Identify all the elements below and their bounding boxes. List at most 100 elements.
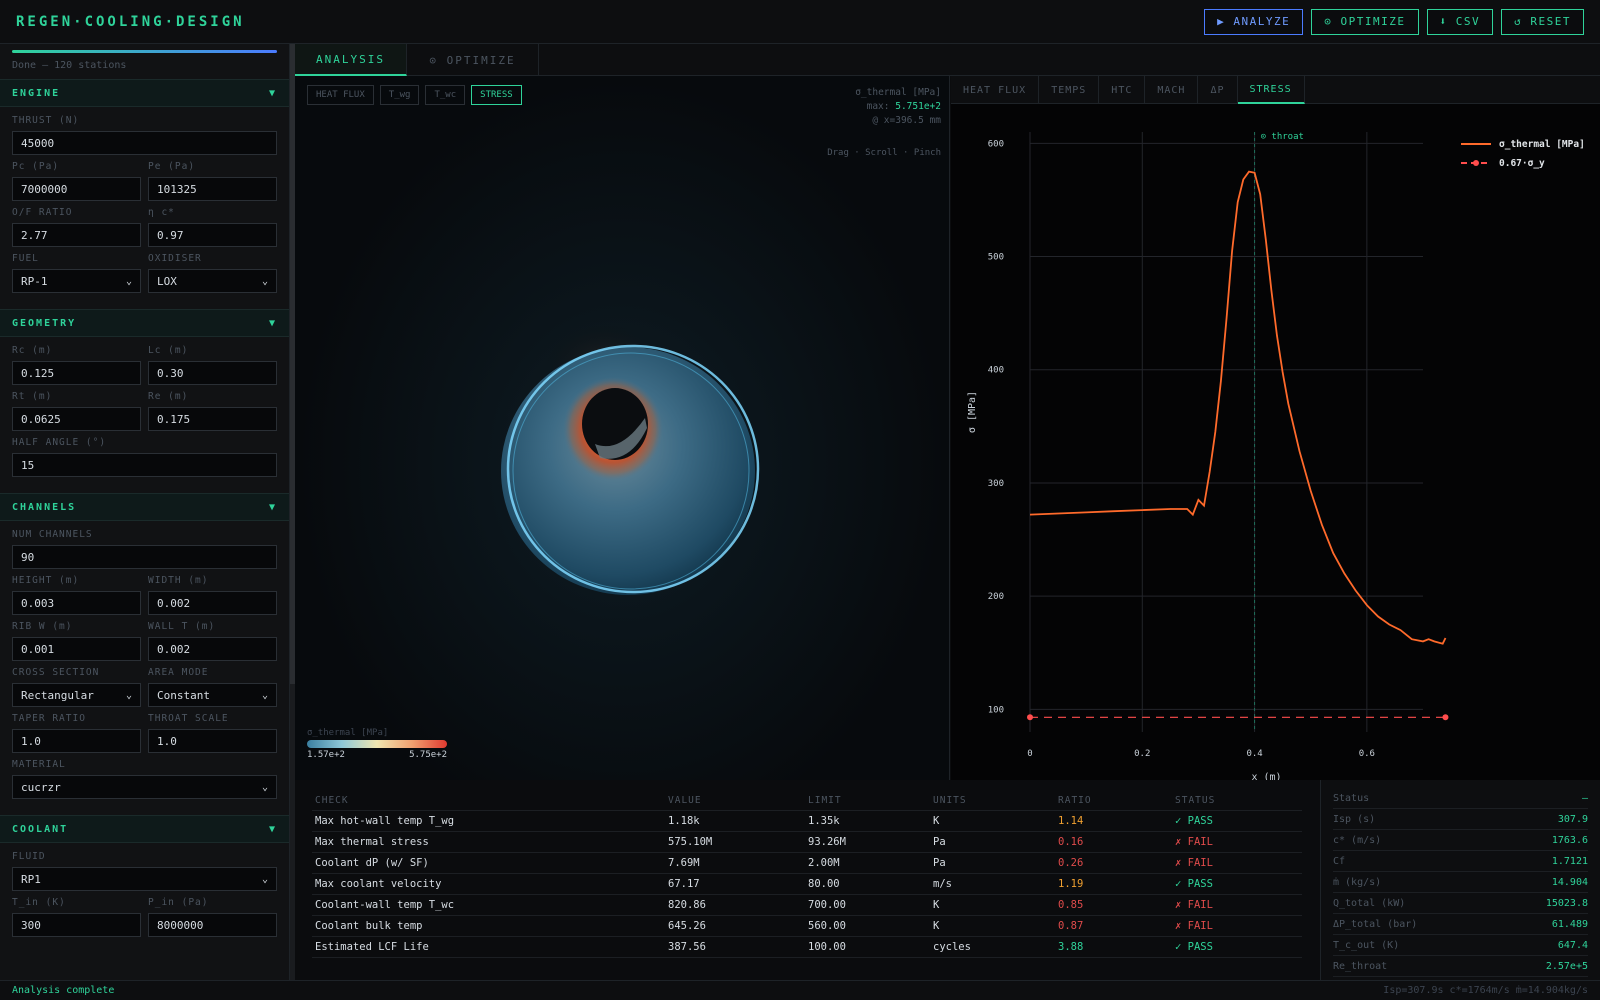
cell-limit: 2.00M xyxy=(808,857,840,869)
throat-scale-input[interactable]: 1.0 xyxy=(148,729,277,753)
perf-row: T_c_out (K) 647.4 xyxy=(1333,935,1588,956)
performance-panel: Status — Isp (s) 307.9 c* (m/s) 1763.6 Cf 1.712… xyxy=(1320,780,1600,980)
perf-row: Q_total (kW) 15023.8 xyxy=(1333,893,1588,914)
plot-tab-htc[interactable]: HTC xyxy=(1099,76,1146,104)
cell-value: 820.86 xyxy=(668,899,706,911)
plot-panel: HEAT FLUX TEMPS HTC MACH ΔP STRESS 100 20… xyxy=(951,76,1600,780)
fluid-select[interactable]: RP1 ⌄ xyxy=(12,867,277,891)
checks-panel: CHECK VALUE LIMIT UNITS RATIO STATUS Max… xyxy=(295,780,1320,980)
select-value: Rectangular xyxy=(21,688,94,702)
csv-export-button[interactable]: ⬇ CSV xyxy=(1426,8,1494,35)
rib-width-input[interactable]: 0.001 xyxy=(12,637,141,661)
plot-tab-temps[interactable]: TEMPS xyxy=(1039,76,1100,104)
width-input[interactable]: 0.002 xyxy=(148,591,277,615)
cell-units: Pa xyxy=(933,857,946,869)
field-label: HALF ANGLE (°) xyxy=(12,437,107,448)
plot-tab-stress[interactable]: STRESS xyxy=(1237,76,1305,104)
wall-thickness-input[interactable]: 0.002 xyxy=(148,637,277,661)
perf-value: 647.4 xyxy=(1557,939,1588,951)
rc-input[interactable]: 0.125 xyxy=(12,361,141,385)
select-value: Constant xyxy=(157,688,210,702)
chevron-down-icon: ▼ xyxy=(268,317,277,329)
field-label: Re (m) xyxy=(148,391,189,402)
num-channels-input[interactable]: 90 xyxy=(12,545,277,569)
reset-button[interactable]: ↺ RESET xyxy=(1501,8,1584,35)
tab-optimize[interactable]: ⊙ OPTIMIZE xyxy=(407,44,539,76)
checks-table: CHECK VALUE LIMIT UNITS RATIO STATUS Max… xyxy=(312,790,1302,958)
cross-section-select[interactable]: Rectangular ⌄ xyxy=(12,683,141,707)
perf-row: ṁ (kg/s) 14.904 xyxy=(1333,872,1588,893)
tab-analysis[interactable]: ANALYSIS xyxy=(295,44,407,76)
cell-limit: 93.26M xyxy=(808,836,846,848)
height-input[interactable]: 0.003 xyxy=(12,591,141,615)
field-label: Pe (Pa) xyxy=(148,161,196,172)
half-angle-input[interactable]: 15 xyxy=(12,453,277,477)
section-geometry-body: Rc (m) 0.125 Lc (m) 0.30 Rt (m) 0.0625 Re (… xyxy=(0,337,289,493)
cell-check: Coolant bulk temp xyxy=(315,920,423,932)
table-row: Max thermal stress 575.10M 93.26M Pa 0.16 ✗ F… xyxy=(312,832,1302,853)
pc-input[interactable]: 7000000 xyxy=(12,177,141,201)
field-label: TAPER RATIO xyxy=(12,713,86,724)
field-label: MATERIAL xyxy=(12,759,66,770)
eta-cstar-input[interactable]: 0.97 xyxy=(148,223,277,247)
chevron-down-icon: ⌄ xyxy=(125,689,132,701)
cell-ratio: 1.14 xyxy=(1058,815,1084,827)
stress-chart[interactable]: 100 200 300 400 500 600 0 0.2 0.4 0.6 ⊙ throat x (m… xyxy=(951,104,1600,780)
t-in-input[interactable]: 300 xyxy=(12,913,141,937)
x-tick-label: 0.2 xyxy=(1134,749,1150,759)
rt-input[interactable]: 0.0625 xyxy=(12,407,141,431)
field-label: P_in (Pa) xyxy=(148,897,209,908)
cell-ratio: 0.26 xyxy=(1058,857,1084,869)
field-label: O/F RATIO xyxy=(12,207,73,218)
re-input[interactable]: 0.175 xyxy=(148,407,277,431)
section-title: COOLANT xyxy=(12,823,69,835)
legend-title: σ_thermal [MPa] xyxy=(307,728,389,738)
color-legend: σ_thermal [MPa] 1.57e+2 5.75e+2 xyxy=(307,728,447,760)
status-bar: Analysis complete Isp=307.9s c*=1764m/s … xyxy=(0,980,1600,1000)
cell-check: Coolant dP (w/ SF) xyxy=(315,857,429,869)
optimize-button[interactable]: ⊙ OPTIMIZE xyxy=(1311,8,1419,35)
table-header: CHECK VALUE LIMIT UNITS RATIO STATUS xyxy=(312,790,1302,811)
thrust-input[interactable]: 45000 xyxy=(12,131,277,155)
cell-check: Max hot-wall temp T_wg xyxy=(315,815,455,827)
p-in-input[interactable]: 8000000 xyxy=(148,913,277,937)
cell-check: Coolant-wall temp T_wc xyxy=(315,899,455,911)
section-engine-header[interactable]: ENGINE ▼ xyxy=(0,79,289,107)
section-title: ENGINE xyxy=(12,87,61,99)
cell-units: Pa xyxy=(933,836,946,848)
analyze-button[interactable]: ▶ ANALYZE xyxy=(1204,8,1304,35)
y-tick-label: 600 xyxy=(988,139,1004,149)
plot-tab-mach[interactable]: MACH xyxy=(1145,76,1199,104)
field-label: Rc (m) xyxy=(12,345,53,356)
cell-value: 7.69M xyxy=(668,857,700,869)
plot-tab-dp[interactable]: ΔP xyxy=(1198,76,1238,104)
perf-key: Isp (s) xyxy=(1333,813,1376,825)
lc-input[interactable]: 0.30 xyxy=(148,361,277,385)
plot-tab-heat-flux[interactable]: HEAT FLUX xyxy=(951,76,1040,104)
perf-value: — xyxy=(1581,792,1588,804)
legend-values: 1.57e+2 5.75e+2 xyxy=(307,750,447,760)
of-ratio-input[interactable]: 2.77 xyxy=(12,223,141,247)
section-channels-header[interactable]: CHANNELS ▼ xyxy=(0,493,289,521)
throat-label: ⊙ throat xyxy=(1261,132,1304,142)
cell-status: ✗ FAIL xyxy=(1175,857,1213,869)
area-mode-select[interactable]: Constant ⌄ xyxy=(148,683,277,707)
chevron-down-icon: ▼ xyxy=(268,501,277,513)
field-label: T_in (K) xyxy=(12,897,66,908)
y-tick-label: 400 xyxy=(988,366,1004,376)
section-channels-body: NUM CHANNELS 90 HEIGHT (m) 0.003 WIDTH (m)… xyxy=(0,521,289,815)
chevron-down-icon: ⌄ xyxy=(261,689,268,701)
section-coolant-header[interactable]: COOLANT ▼ xyxy=(0,815,289,843)
legend-gradient xyxy=(307,740,447,748)
taper-ratio-input[interactable]: 1.0 xyxy=(12,729,141,753)
oxidiser-select[interactable]: LOX ⌄ xyxy=(148,269,277,293)
perf-key: Q_total (kW) xyxy=(1333,897,1406,909)
material-select[interactable]: cucrzr ⌄ xyxy=(12,775,277,799)
col-header: CHECK xyxy=(315,794,349,806)
cell-ratio: 0.87 xyxy=(1058,920,1084,932)
fuel-select[interactable]: RP-1 ⌄ xyxy=(12,269,141,293)
3d-viewport[interactable]: HEAT FLUX T_wg T_wc STRESS σ_thermal [MP… xyxy=(295,76,950,780)
section-geometry-header[interactable]: GEOMETRY ▼ xyxy=(0,309,289,337)
pe-input[interactable]: 101325 xyxy=(148,177,277,201)
cell-value: 67.17 xyxy=(668,878,700,890)
